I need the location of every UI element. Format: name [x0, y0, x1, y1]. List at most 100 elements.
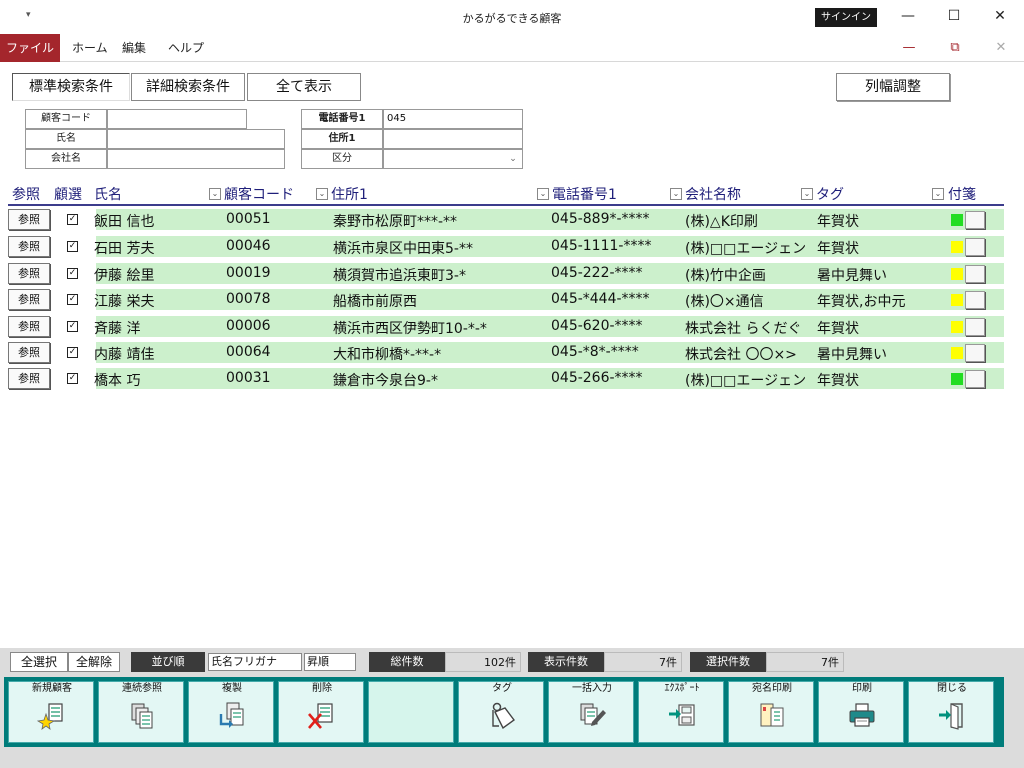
note-button[interactable] — [965, 318, 985, 336]
category-select[interactable]: ⌄ — [383, 149, 523, 169]
cell-name: 内藤 靖佳 — [94, 347, 155, 363]
cell-tag: 暑中見舞い — [817, 347, 887, 363]
tag-icon — [492, 702, 515, 730]
ref-button[interactable]: 参照 — [8, 368, 50, 389]
sort-order-select[interactable]: 昇順 — [304, 653, 356, 671]
address-print-icon — [760, 703, 784, 727]
print-button[interactable]: 印刷 — [818, 681, 904, 743]
advanced-search-tab[interactable]: 詳細検索条件 — [131, 73, 245, 101]
select-checkbox[interactable]: ✓ — [67, 321, 78, 332]
menu-bar: ファイル ホーム 編集 ヘルプ — ⧉ ✕ — [0, 34, 1024, 62]
export-icon — [669, 704, 695, 726]
col-name-header[interactable]: 氏名 — [94, 184, 122, 204]
note-button[interactable] — [965, 344, 985, 362]
address-print-button[interactable]: 宛名印刷 — [728, 681, 814, 743]
show-all-button[interactable]: 全て表示 — [247, 73, 361, 101]
sort-label: 並び順 — [131, 652, 205, 672]
address-filter-dropdown-icon[interactable]: ⌄ — [537, 188, 549, 200]
table-row[interactable]: 参照 ✓ 内藤 靖佳 00064 大和市柳橋*-**-* 045-*8*-***… — [8, 342, 1004, 364]
delete-button[interactable]: 削除 — [278, 681, 364, 743]
close-icon[interactable]: ✕ — [980, 4, 1020, 28]
cell-tag: 年賀状 — [817, 373, 859, 389]
note-color-swatch — [951, 294, 963, 306]
menu-edit[interactable]: 編集 — [114, 34, 154, 62]
deselect-all-button[interactable]: 全解除 — [68, 652, 120, 672]
cell-name: 江藤 栄夫 — [94, 294, 155, 310]
col-ref-header: 参照 — [12, 187, 40, 203]
ref-button[interactable]: 参照 — [8, 236, 50, 257]
select-checkbox[interactable]: ✓ — [67, 347, 78, 358]
new-customer-button[interactable]: 新規顧客 — [8, 681, 94, 743]
tag-filter-dropdown-icon[interactable]: ⌄ — [932, 188, 944, 200]
action-label — [369, 682, 455, 696]
note-button[interactable] — [965, 291, 985, 309]
cell-company: (株)□□エージェン — [685, 373, 807, 389]
column-width-button[interactable]: 列幅調整 — [836, 73, 950, 101]
note-button[interactable] — [965, 370, 985, 388]
select-checkbox[interactable]: ✓ — [67, 373, 78, 384]
phone-filter-dropdown-icon[interactable]: ⌄ — [670, 188, 682, 200]
maximize-icon[interactable]: ☐ — [934, 4, 974, 28]
doc-restore-icon[interactable]: ⧉ — [940, 34, 970, 62]
col-company-header[interactable]: 会社名称 — [685, 184, 741, 204]
note-color-swatch — [951, 373, 963, 385]
name-filter-dropdown-icon[interactable]: ⌄ — [209, 188, 221, 200]
sort-field-select[interactable]: 氏名フリガナ — [208, 653, 302, 671]
customer-code-input[interactable] — [107, 109, 247, 129]
phone-input[interactable]: 045 — [383, 109, 523, 129]
menu-home[interactable]: ホーム — [64, 34, 116, 62]
table-row[interactable]: 参照 ✓ 石田 芳夫 00046 横浜市泉区中田東5-** 045-1111-*… — [8, 236, 1004, 258]
code-filter-dropdown-icon[interactable]: ⌄ — [316, 188, 328, 200]
ref-button[interactable]: 参照 — [8, 263, 50, 284]
ref-button[interactable]: 参照 — [8, 289, 50, 310]
continuous-view-button[interactable]: 連続参照 — [98, 681, 184, 743]
cell-company: 株式会社 〇〇×> — [685, 347, 797, 363]
col-address-header[interactable]: 住所1 — [331, 184, 368, 204]
note-button[interactable] — [965, 238, 985, 256]
action-label: 一括入力 — [572, 683, 612, 694]
duplicate-button[interactable]: 複製 — [188, 681, 274, 743]
note-button[interactable] — [965, 265, 985, 283]
note-button[interactable] — [965, 211, 985, 229]
ref-button[interactable]: 参照 — [8, 209, 50, 230]
ref-button[interactable]: 参照 — [8, 342, 50, 363]
ref-button[interactable]: 参照 — [8, 316, 50, 337]
cell-phone: 045-889*-**** — [551, 211, 650, 227]
table-row[interactable]: 参照 ✓ 江藤 栄夫 00078 船橋市前原西 045-*444-**** (株… — [8, 289, 1004, 311]
col-tag-header[interactable]: タグ — [816, 184, 844, 204]
doc-close-icon[interactable]: ✕ — [986, 34, 1016, 62]
cell-tag: 年賀状,お中元 — [817, 294, 906, 310]
table-row[interactable]: 参照 ✓ 斉藤 洋 00006 横浜市西区伊勢町10-*-* 045-620-*… — [8, 316, 1004, 338]
minimize-icon[interactable]: — — [888, 4, 928, 28]
doc-minimize-icon[interactable]: — — [894, 34, 924, 62]
cell-company: (株)□□エージェン — [685, 241, 807, 257]
select-checkbox[interactable]: ✓ — [67, 294, 78, 305]
delete-icon — [308, 703, 333, 729]
tag-button[interactable]: タグ — [458, 681, 544, 743]
cell-phone: 045-620-**** — [551, 318, 643, 334]
menu-help[interactable]: ヘルプ — [160, 34, 212, 62]
company-label: 会社名 — [25, 149, 107, 169]
close-window-button[interactable]: 閉じる — [908, 681, 994, 743]
standard-search-tab[interactable]: 標準検索条件 — [12, 73, 130, 101]
address-input[interactable] — [383, 129, 523, 149]
bulk-input-button[interactable]: 一括入力 — [548, 681, 634, 743]
select-all-button[interactable]: 全選択 — [10, 652, 68, 672]
table-row[interactable]: 参照 ✓ 橋本 巧 00031 鎌倉市今泉台9-* 045-266-**** (… — [8, 368, 1004, 390]
col-phone-header[interactable]: 電話番号1 — [552, 184, 617, 204]
company-input[interactable] — [107, 149, 285, 169]
menu-file[interactable]: ファイル — [0, 34, 60, 62]
table-row[interactable]: 参照 ✓ 飯田 信也 00051 秦野市松原町***-** 045-889*-*… — [8, 209, 1004, 231]
chevron-down-icon[interactable]: ⌄ — [506, 152, 520, 166]
select-checkbox[interactable]: ✓ — [67, 268, 78, 279]
cell-name: 飯田 信也 — [94, 214, 155, 230]
company-filter-dropdown-icon[interactable]: ⌄ — [801, 188, 813, 200]
table-row[interactable]: 参照 ✓ 伊藤 絵里 00019 横須賀市追浜東町3-* 045-222-***… — [8, 263, 1004, 285]
signin-button[interactable]: サインイン — [815, 8, 877, 27]
name-input[interactable] — [107, 129, 285, 149]
printer-icon — [849, 703, 875, 727]
col-code-header[interactable]: 顧客コード — [224, 184, 294, 204]
select-checkbox[interactable]: ✓ — [67, 241, 78, 252]
select-checkbox[interactable]: ✓ — [67, 214, 78, 225]
export-button[interactable]: ｴｸｽﾎﾟｰﾄ — [638, 681, 724, 743]
